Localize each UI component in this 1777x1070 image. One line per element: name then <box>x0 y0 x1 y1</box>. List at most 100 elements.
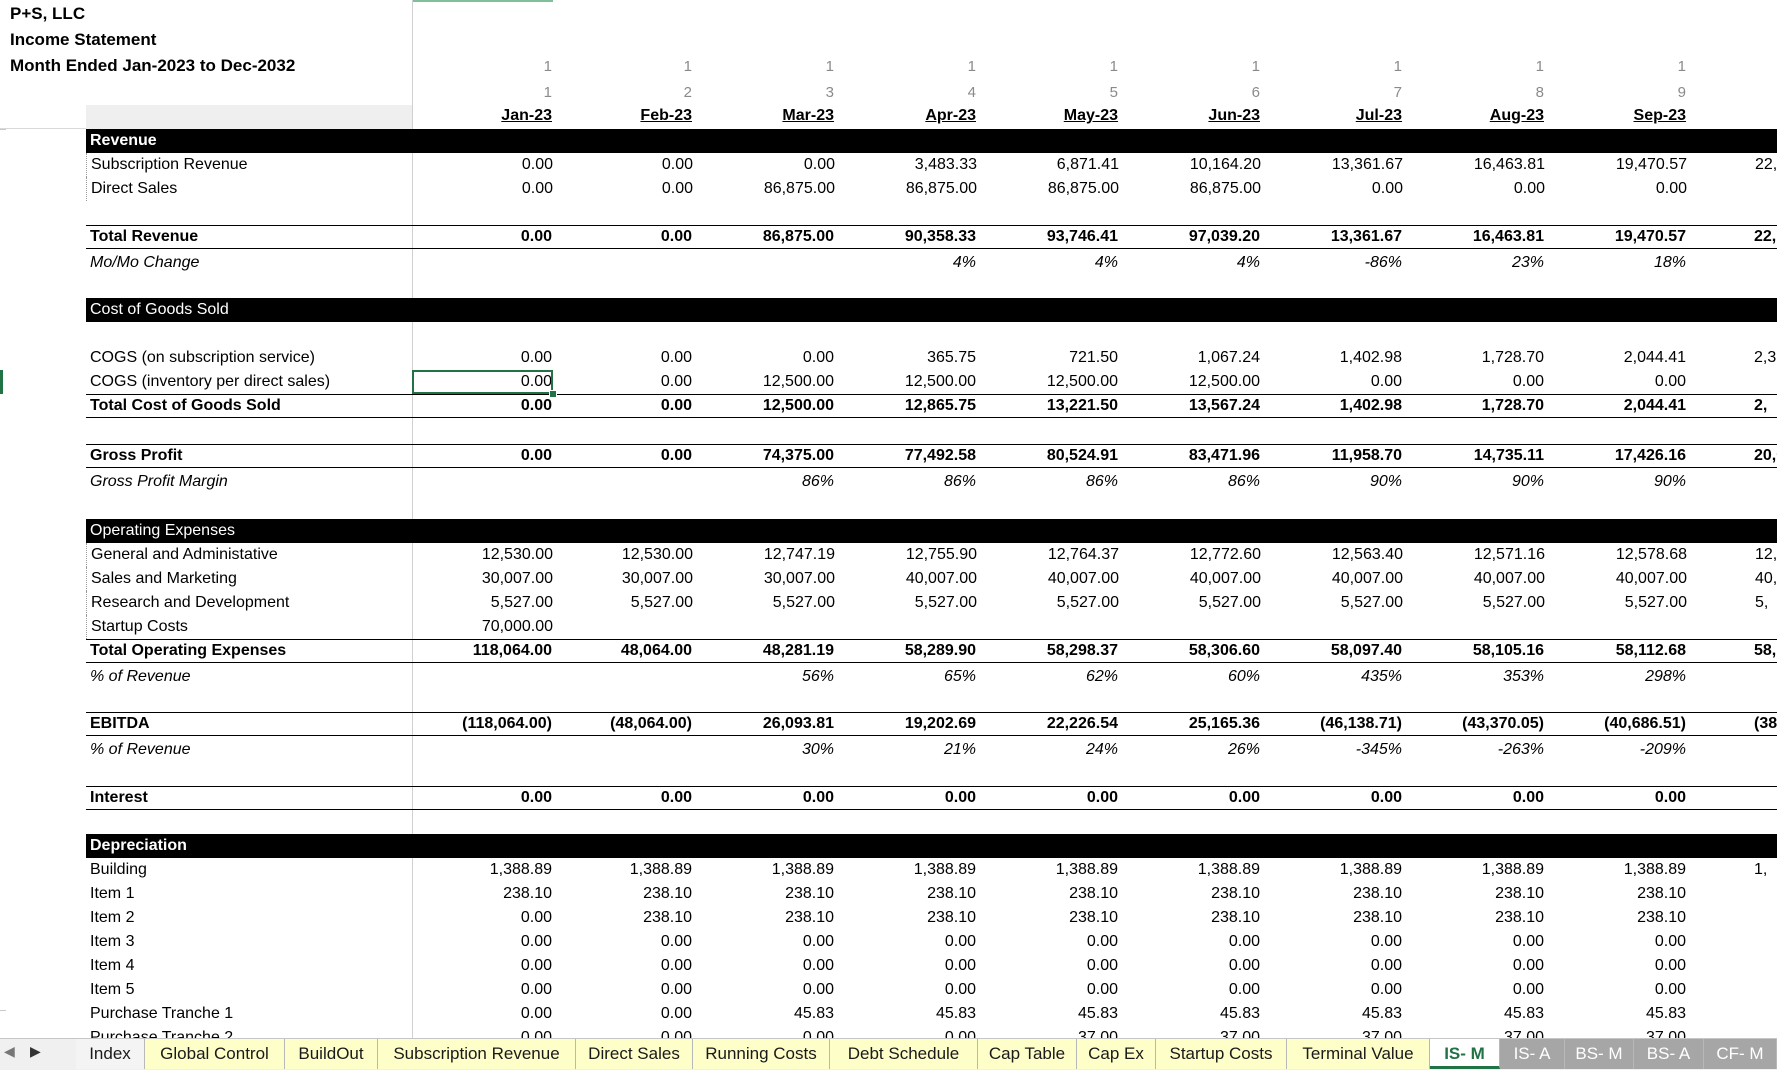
sheet-tab-running-costs[interactable]: Running Costs <box>693 1039 830 1069</box>
sheet-tab-startup-costs[interactable]: Startup Costs <box>1156 1039 1287 1069</box>
value-cell[interactable]: 62% <box>988 665 1118 689</box>
value-cell[interactable]: 4% <box>1130 251 1260 275</box>
row-label[interactable]: Total Revenue <box>90 226 198 250</box>
value-cell[interactable]: 6,871.41 <box>989 153 1119 177</box>
value-cell[interactable]: 56% <box>704 665 834 689</box>
value-cell[interactable]: 1,388.89 <box>422 858 552 882</box>
value-cell[interactable]: 0.00 <box>1414 978 1544 1002</box>
value-cell[interactable]: 0.00 <box>1273 177 1403 201</box>
value-cell[interactable]: 238.10 <box>422 882 552 906</box>
value-cell[interactable]: 30,007.00 <box>705 567 835 591</box>
value-cell[interactable]: 298% <box>1556 665 1686 689</box>
sheet-tab-subscription-revenue[interactable]: Subscription Revenue <box>378 1039 576 1069</box>
value-cell[interactable]: 40,007.00 <box>989 567 1119 591</box>
value-cell[interactable]: 0.00 <box>1556 787 1686 811</box>
value-cell[interactable]: 2,044.41 <box>1556 395 1686 419</box>
sheet-tab-bs-m[interactable]: BS- M <box>1565 1039 1634 1069</box>
value-cell[interactable]: 0.00 <box>422 930 552 954</box>
value-cell[interactable]: 1,728.70 <box>1414 395 1544 419</box>
value-cell[interactable]: 12,500.00 <box>988 370 1118 394</box>
value-cell[interactable]: -263% <box>1414 738 1544 762</box>
row-label[interactable]: Direct Sales <box>91 177 177 201</box>
value-cell[interactable]: 13,221.50 <box>988 395 1118 419</box>
sheet-tab-index[interactable]: Index <box>76 1039 145 1069</box>
value-cell[interactable]: 22,226.54 <box>988 713 1118 737</box>
value-cell[interactable]: 0.00 <box>1414 930 1544 954</box>
value-cell[interactable]: 0.00 <box>1130 787 1260 811</box>
value-cell[interactable]: 0.00 <box>846 930 976 954</box>
value-cell[interactable]: 86,875.00 <box>989 177 1119 201</box>
value-cell[interactable]: 0.00 <box>988 930 1118 954</box>
value-cell[interactable]: 90% <box>1272 470 1402 494</box>
value-cell[interactable]: 5,527.00 <box>1557 591 1687 615</box>
value-cell[interactable]: 0.00 <box>846 787 976 811</box>
value-cell[interactable]: 86,875.00 <box>705 177 835 201</box>
value-cell[interactable]: 5,527.00 <box>705 591 835 615</box>
value-cell[interactable]: 1,728.70 <box>1414 346 1544 370</box>
value-cell[interactable]: 65% <box>846 665 976 689</box>
value-cell[interactable]: 40,007.00 <box>1415 567 1545 591</box>
value-cell[interactable]: 0.00 <box>423 153 553 177</box>
row-label[interactable]: Operating Expenses <box>90 519 235 543</box>
value-cell[interactable]: 0.00 <box>422 978 552 1002</box>
value-cell[interactable]: 1,388.89 <box>1130 858 1260 882</box>
value-cell[interactable]: 0.00 <box>988 787 1118 811</box>
value-cell[interactable]: 40,007.00 <box>1131 567 1261 591</box>
value-cell[interactable]: -209% <box>1556 738 1686 762</box>
value-cell[interactable]: 5,527.00 <box>1415 591 1545 615</box>
value-cell[interactable]: 3,483.33 <box>847 153 977 177</box>
value-cell[interactable]: 0.00 <box>1414 370 1544 394</box>
value-cell[interactable]: 0.00 <box>562 954 692 978</box>
row-label[interactable]: Total Operating Expenses <box>90 640 286 664</box>
row-label[interactable]: Sales and Marketing <box>91 567 237 591</box>
value-cell[interactable]: 21% <box>846 738 976 762</box>
value-cell[interactable]: 0.00 <box>846 978 976 1002</box>
value-cell[interactable]: 238.10 <box>1130 882 1260 906</box>
value-cell[interactable]: 48,064.00 <box>562 640 692 664</box>
value-cell[interactable]: 86% <box>1130 470 1260 494</box>
value-cell[interactable]: 0.00 <box>1556 370 1686 394</box>
value-cell[interactable]: -86% <box>1272 251 1402 275</box>
selected-cell[interactable] <box>412 370 553 394</box>
value-cell[interactable]: 0.00 <box>1130 930 1260 954</box>
value-cell[interactable]: 12,500.00 <box>1130 370 1260 394</box>
value-cell[interactable]: 26,093.81 <box>704 713 834 737</box>
value-cell[interactable]: (46,138.71) <box>1272 713 1402 737</box>
value-cell[interactable]: 1,388.89 <box>562 858 692 882</box>
value-cell[interactable]: 40,007.00 <box>847 567 977 591</box>
value-cell[interactable]: 238.10 <box>1130 906 1260 930</box>
value-cell[interactable]: 58,105.16 <box>1414 640 1544 664</box>
value-cell[interactable]: 0.00 <box>562 787 692 811</box>
row-label[interactable]: Item 2 <box>90 906 134 930</box>
value-cell[interactable]: 77,492.58 <box>846 445 976 469</box>
value-cell[interactable]: 37.00 <box>1414 1026 1544 1038</box>
value-cell[interactable]: 0.00 <box>988 978 1118 1002</box>
value-cell[interactable]: 0.00 <box>562 226 692 250</box>
value-cell[interactable]: 18% <box>1556 251 1686 275</box>
value-cell[interactable]: 5,527.00 <box>1273 591 1403 615</box>
row-label[interactable]: Mo/Mo Change <box>90 251 199 275</box>
row-label[interactable]: Research and Development <box>91 591 289 615</box>
value-cell[interactable]: 0.00 <box>1414 787 1544 811</box>
value-cell[interactable]: 5, <box>1755 591 1777 615</box>
row-label[interactable]: Total Cost of Goods Sold <box>90 395 281 419</box>
value-cell[interactable]: 70,000.00 <box>423 615 553 639</box>
value-cell[interactable]: 30% <box>704 738 834 762</box>
sheet-tab-bs-a[interactable]: BS- A <box>1634 1039 1704 1069</box>
value-cell[interactable]: 1,388.89 <box>1556 858 1686 882</box>
value-cell[interactable]: 90% <box>1556 470 1686 494</box>
value-cell[interactable]: 238.10 <box>562 882 692 906</box>
value-cell[interactable]: 0.00 <box>423 177 553 201</box>
value-cell[interactable]: 0.00 <box>562 1002 692 1026</box>
value-cell[interactable]: 37.00 <box>1556 1026 1686 1038</box>
value-cell[interactable]: 238.10 <box>1272 906 1402 930</box>
value-cell[interactable]: 5,527.00 <box>563 591 693 615</box>
value-cell[interactable]: 12,578.68 <box>1557 543 1687 567</box>
value-cell[interactable]: 58,289.90 <box>846 640 976 664</box>
sheet-tab-direct-sales[interactable]: Direct Sales <box>576 1039 693 1069</box>
value-cell[interactable]: 5,527.00 <box>1131 591 1261 615</box>
value-cell[interactable]: 0.00 <box>1556 978 1686 1002</box>
value-cell[interactable]: 0.00 <box>422 954 552 978</box>
value-cell[interactable]: 0.00 <box>422 226 552 250</box>
value-cell[interactable]: 1,402.98 <box>1272 346 1402 370</box>
